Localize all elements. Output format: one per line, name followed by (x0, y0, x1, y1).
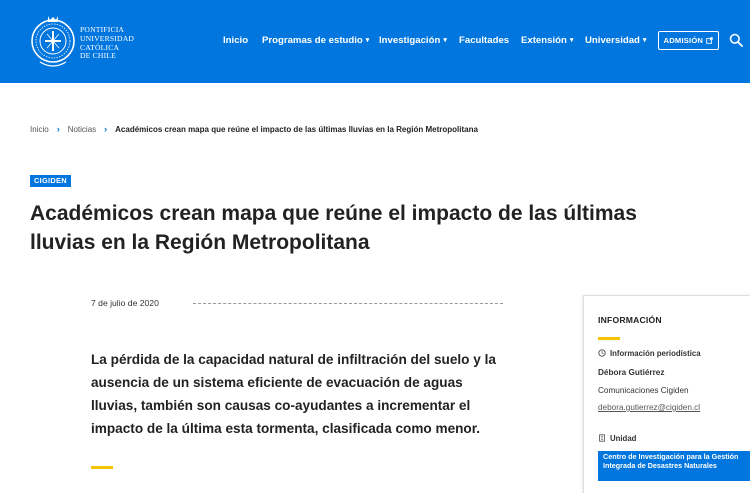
unit-link[interactable]: Centro de Investigación para la Gestión … (598, 451, 750, 481)
breadcrumb-current: Académicos crean mapa que reúne el impac… (115, 125, 478, 134)
nav-label: Extensión (521, 35, 567, 46)
nav-label: Inicio (223, 35, 249, 46)
admision-button[interactable]: ADMISIÓN (658, 31, 719, 50)
external-link-icon (706, 37, 714, 44)
date-divider (193, 303, 503, 304)
chevron-down-icon: ▾ (443, 37, 447, 44)
nav-label: Facultades (459, 35, 510, 46)
chevron-right-icon: › (104, 124, 108, 134)
nav-label: Programas de estudio (262, 35, 363, 46)
logo-line: DE CHILE (80, 51, 116, 61)
uc-seal-icon (31, 16, 75, 67)
press-section-label: Información periodística (598, 349, 701, 358)
article-date: 7 de julio de 2020 (91, 298, 159, 308)
contact-name: Débora Gutiérrez (598, 368, 665, 377)
press-label: Información periodística (610, 349, 701, 358)
breadcrumb: Inicio › Noticias › Académicos crean mapa qu… (30, 124, 478, 134)
nav-item-extension[interactable]: Extensión ▾ (521, 35, 573, 46)
contact-email-link[interactable]: debora.gutierrez@cigiden.cl (598, 403, 700, 412)
unit-label: Unidad (610, 434, 637, 443)
nav-item-inicio[interactable]: Inicio (223, 35, 248, 46)
article-title: Académicos crean mapa que reúne el impac… (30, 202, 637, 254)
nav-label: Investigación (379, 35, 441, 46)
uc-logo[interactable]: PONTIFICIA UNIVERSIDAD CATÓLICA DE CHILE (30, 12, 140, 72)
info-accent-bar (598, 337, 620, 340)
nav-label: Universidad (585, 35, 640, 46)
logo-text: PONTIFICIA UNIVERSIDAD CATÓLICA DE CHILE (80, 25, 150, 61)
breadcrumb-noticias[interactable]: Noticias (68, 125, 96, 134)
contact-org: Comunicaciones Cigiden (598, 386, 689, 395)
chevron-down-icon: ▾ (642, 37, 647, 44)
unit-section-label: Unidad (598, 434, 636, 443)
nav-item-facultades[interactable]: Facultades (459, 35, 509, 46)
nav-item-universidad[interactable]: Universidad ▾ (585, 35, 646, 46)
category-tag[interactable]: CIGIDEN (30, 175, 71, 187)
info-card: INFORMACIÓN Información periodística Déb… (583, 295, 750, 493)
accent-bar (91, 466, 113, 469)
site-header: PONTIFICIA UNIVERSIDAD CATÓLICA DE CHILE… (0, 0, 750, 83)
breadcrumb-inicio[interactable]: Inicio (30, 125, 49, 134)
chevron-right-icon: › (56, 124, 60, 134)
nav-item-programas[interactable]: Programas de estudio ▾ (262, 35, 369, 46)
info-title: INFORMACIÓN (598, 315, 662, 325)
search-icon[interactable] (729, 33, 743, 47)
chevron-down-icon: ▾ (365, 37, 370, 44)
article-lead: La pérdida de la capacidad natural de in… (91, 352, 496, 436)
nav-item-investigacion[interactable]: Investigación ▾ (379, 35, 447, 46)
clock-icon (598, 349, 606, 357)
admision-label: ADMISIÓN (663, 36, 704, 45)
building-icon (599, 434, 605, 442)
chevron-down-icon: ▾ (569, 37, 574, 44)
